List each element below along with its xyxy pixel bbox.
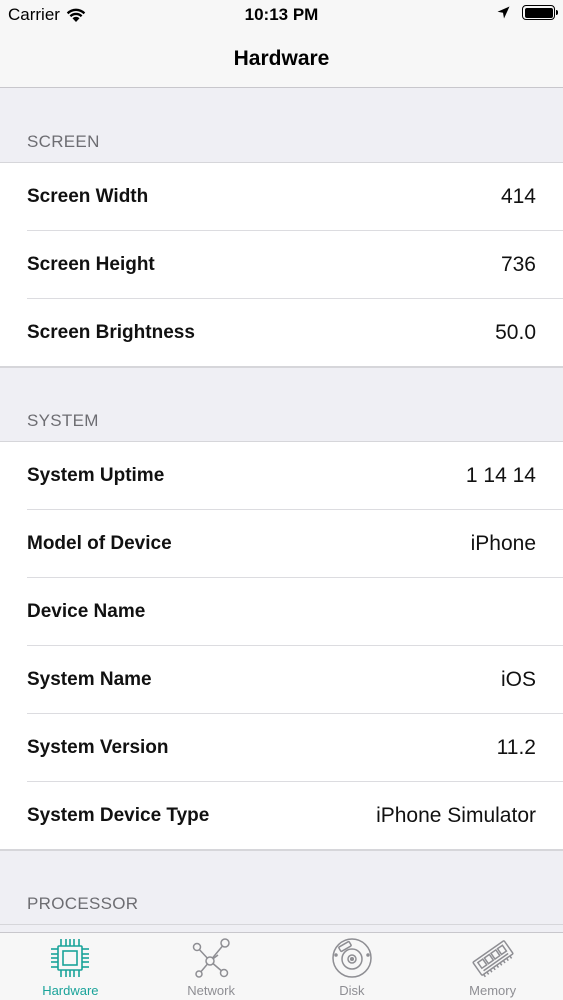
tab-disk[interactable]: Disk xyxy=(282,933,423,1000)
row-label: Screen Height xyxy=(27,254,155,275)
section-header-screen: SCREEN xyxy=(0,88,563,163)
row-label: Device Name xyxy=(27,601,146,622)
table-row-device-name[interactable]: Device Name xyxy=(0,578,563,646)
row-value: iOS xyxy=(500,668,536,691)
row-label: System Uptime xyxy=(27,465,165,486)
tab-memory[interactable]: Memory xyxy=(422,933,563,1000)
navigation-bar: Hardware xyxy=(0,30,563,88)
network-nodes-icon xyxy=(192,938,230,978)
table-row-screen-brightness[interactable]: Screen Brightness 50.0 xyxy=(0,299,563,367)
tab-network[interactable]: Network xyxy=(141,933,282,1000)
row-value: 1 14 14 xyxy=(465,464,536,487)
table-row-screen-height[interactable]: Screen Height 736 xyxy=(0,231,563,299)
row-value: 736 xyxy=(500,253,536,276)
table-row-system-uptime[interactable]: System Uptime 1 14 14 xyxy=(0,442,563,510)
tab-hardware[interactable]: Hardware xyxy=(0,933,141,1000)
status-time: 10:13 PM xyxy=(244,5,319,24)
table-row-system-version[interactable]: System Version 11.2 xyxy=(0,714,563,782)
row-value: iPhone Simulator xyxy=(376,804,536,827)
location-arrow-icon xyxy=(497,6,510,19)
row-value: 50.0 xyxy=(495,321,536,344)
table-row-model-of-device[interactable]: Model of Device iPhone xyxy=(0,510,563,578)
row-label: Screen Brightness xyxy=(27,322,195,343)
row-label: System Name xyxy=(27,669,152,690)
row-value: iPhone xyxy=(470,532,536,555)
section-header-system: SYSTEM xyxy=(0,367,563,442)
table-row-screen-width[interactable]: Screen Width 414 xyxy=(0,163,563,231)
status-bar: Carrier 10:13 PM xyxy=(0,0,563,30)
tab-label: Disk xyxy=(339,983,365,998)
tab-label: Memory xyxy=(469,983,517,998)
cpu-chip-icon xyxy=(51,939,90,977)
table-row-system-device-type[interactable]: System Device Type iPhone Simulator xyxy=(0,782,563,850)
table-row-system-name[interactable]: System Name iOS xyxy=(0,646,563,714)
row-label: System Device Type xyxy=(27,805,210,826)
memory-module-icon xyxy=(472,940,514,978)
tab-label: Hardware xyxy=(42,983,99,998)
battery-icon xyxy=(522,5,558,20)
disk-icon xyxy=(332,938,372,978)
row-label: Screen Width xyxy=(27,186,149,207)
tab-bar: Hardware Network Disk Memory xyxy=(0,932,563,1000)
row-label: Model of Device xyxy=(27,533,172,554)
row-label: System Version xyxy=(27,737,169,758)
hardware-table[interactable]: SCREEN Screen Width 414 Screen Height 73… xyxy=(0,88,563,932)
section-header-processor: PROCESSOR xyxy=(0,850,563,925)
tab-label: Network xyxy=(187,983,235,998)
row-value: 414 xyxy=(500,185,536,208)
row-value: 11.2 xyxy=(496,736,536,759)
page-title: Hardware xyxy=(233,46,330,70)
